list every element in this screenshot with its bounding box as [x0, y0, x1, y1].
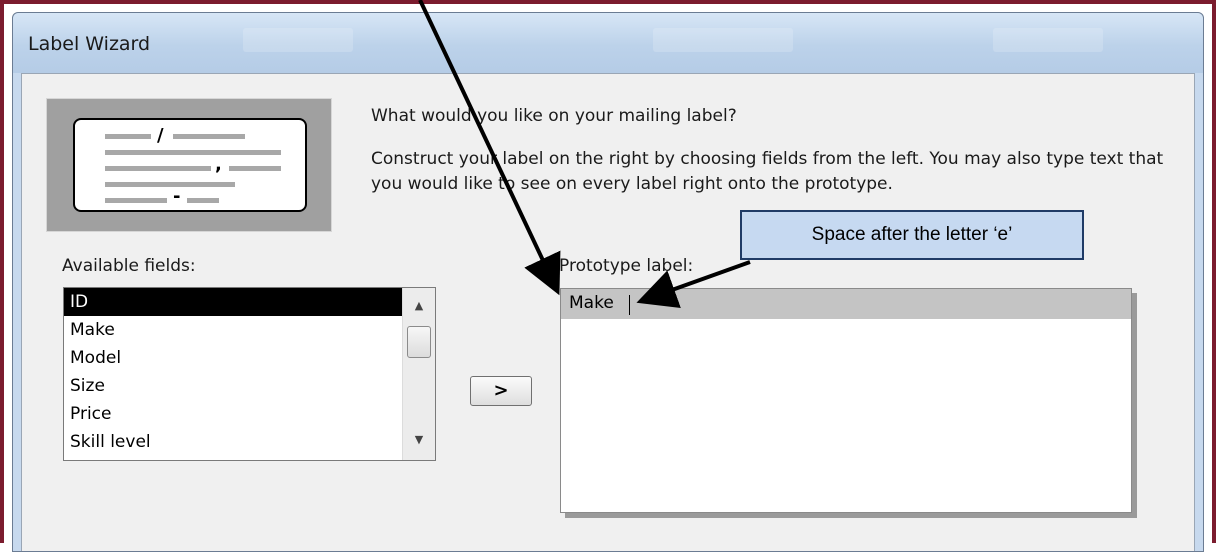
title-bar-glass-reflection [243, 28, 353, 52]
text-caret [629, 295, 630, 315]
wizard-question: What would you like on your mailing labe… [371, 106, 737, 126]
list-item[interactable]: Price [64, 400, 402, 428]
title-bar-glass-reflection [993, 28, 1103, 52]
frame-border-left [0, 0, 4, 543]
available-fields-label: Available fields: [62, 256, 196, 276]
comma-icon: , [215, 154, 222, 175]
scroll-up-arrow-icon[interactable]: ▲ [411, 298, 427, 314]
scroll-thumb[interactable] [407, 326, 431, 358]
window-title: Label Wizard [28, 33, 151, 55]
list-item[interactable]: ID [64, 288, 402, 316]
available-fields-list[interactable]: ID Make Model Size Price Skill level ▲ ▼ [63, 287, 436, 461]
illustration-line [229, 166, 281, 171]
prototype-line-text: Make [569, 293, 614, 313]
list-item[interactable]: Skill level [64, 428, 402, 456]
illustration-line [105, 166, 211, 171]
list-item[interactable]: Model [64, 344, 402, 372]
wizard-instructions: Construct your label on the right by cho… [371, 149, 1164, 194]
frame-border-top [0, 0, 1216, 4]
frame-border-right [1212, 0, 1216, 543]
label-card-icon: / , - [73, 118, 307, 212]
illustration-line [105, 150, 281, 155]
prototype-label-heading: Prototype label: [559, 256, 694, 276]
prototype-label-editor[interactable]: Make [560, 288, 1132, 513]
illustration-line [105, 134, 151, 139]
dialog-body: / , - What would you like on your mailin… [21, 73, 1195, 551]
label-wizard-dialog: Label Wizard / , - What would you like o… [12, 12, 1204, 552]
annotation-callout: Space after the letter ‘e’ [740, 210, 1084, 260]
illustration-line [187, 198, 219, 203]
mailing-label-illustration: / , - [46, 98, 332, 232]
list-item[interactable]: Make [64, 316, 402, 344]
prototype-line-selected[interactable]: Make [561, 289, 1131, 319]
slash-icon: / [157, 125, 164, 146]
illustration-line [173, 134, 245, 139]
dash-icon: - [173, 186, 181, 207]
illustration-line [105, 198, 167, 203]
add-field-button[interactable]: > [470, 376, 532, 406]
title-bar[interactable]: Label Wizard [13, 13, 1203, 73]
scroll-down-arrow-icon[interactable]: ▼ [411, 432, 427, 448]
illustration-line [105, 182, 235, 187]
title-bar-glass-reflection [653, 28, 793, 52]
vertical-scrollbar[interactable]: ▲ ▼ [402, 288, 435, 460]
screenshot-frame: Label Wizard / , - What would you like o… [0, 0, 1216, 552]
list-item[interactable]: Size [64, 372, 402, 400]
